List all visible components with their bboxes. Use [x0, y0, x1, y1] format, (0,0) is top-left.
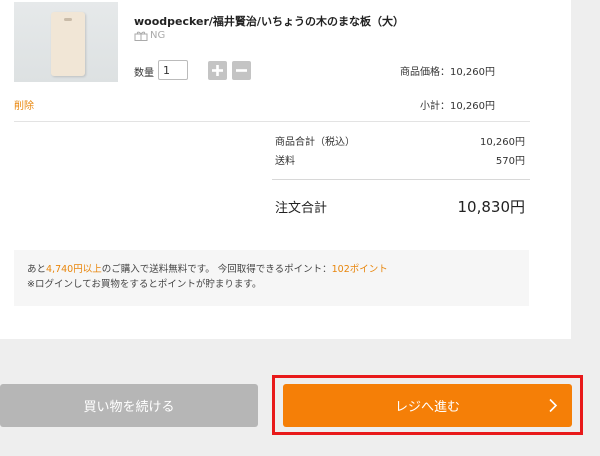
checkout-button[interactable]: レジへ進む — [283, 384, 572, 427]
summary-divider — [272, 179, 530, 180]
gift-status-text: NG — [150, 30, 166, 41]
unit-price: 商品価格：10,260円 — [400, 67, 495, 78]
gift-wrap-status: NG — [134, 30, 165, 41]
delete-item-link[interactable]: 削除 — [14, 97, 34, 112]
cutting-board-image — [51, 12, 85, 76]
minus-icon — [236, 69, 247, 72]
product-name[interactable]: woodpecker/福井賢治/いちょうの木のまな板（大） — [134, 13, 404, 29]
remaining-amount: 4,740円以上 — [46, 264, 102, 275]
order-total-row: 注文合計 10,830円 — [275, 196, 525, 217]
increase-quantity-button[interactable] — [208, 61, 227, 80]
gift-box-icon — [134, 31, 148, 41]
order-total-label: 注文合計 — [275, 201, 328, 216]
cart-panel: woodpecker/福井賢治/いちょうの木のまな板（大） NG 数量 1 商品… — [0, 0, 571, 339]
continue-shopping-button[interactable]: 買い物を続ける — [0, 384, 258, 427]
shipping-row: 送料 570円 — [275, 152, 525, 167]
order-total-value: 10,830円 — [457, 198, 526, 216]
goods-total-value: 10,260円 — [480, 137, 525, 148]
quantity-input[interactable]: 1 — [158, 60, 188, 80]
login-points-notice: ※ログインしてお買物をするとポイントが貯まります。 — [27, 279, 262, 290]
product-thumbnail[interactable] — [14, 2, 118, 82]
goods-total-label: 商品合計（税込） — [275, 137, 355, 148]
decrease-quantity-button[interactable] — [232, 61, 251, 80]
shipping-label: 送料 — [275, 156, 295, 167]
goods-total-row: 商品合計（税込） 10,260円 — [275, 133, 525, 148]
divider — [14, 121, 530, 122]
free-shipping-notice: あと4,740円以上のご購入で送料無料です。 今回取得できるポイント：102ポイ… — [27, 264, 388, 275]
checkout-label: レジへ進む — [394, 400, 460, 415]
chevron-right-icon — [549, 398, 558, 413]
shipping-notice: あと4,740円以上のご購入で送料無料です。 今回取得できるポイント：102ポイ… — [14, 250, 529, 306]
shipping-value: 570円 — [495, 156, 525, 167]
item-subtotal: 小計：10,260円 — [420, 101, 495, 112]
plus-icon — [212, 65, 223, 76]
quantity-label: 数量 — [134, 68, 154, 79]
earned-points: 102ポイント — [331, 264, 388, 275]
